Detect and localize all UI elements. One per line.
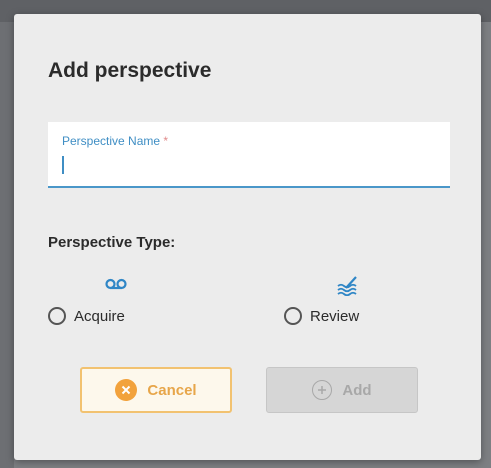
required-marker: *	[163, 134, 169, 148]
acquire-radio[interactable]	[48, 307, 66, 325]
cancel-button[interactable]: Cancel	[80, 367, 232, 413]
perspective-name-input[interactable]	[62, 154, 446, 178]
voicemail-icon	[105, 277, 127, 296]
radio-option-acquire[interactable]: Acquire	[48, 307, 125, 325]
dialog-title: Add perspective	[48, 59, 212, 82]
review-label: Review	[310, 307, 360, 325]
radio-option-review[interactable]: Review	[284, 307, 359, 325]
add-label: Add	[342, 381, 372, 399]
review-radio[interactable]	[284, 307, 302, 325]
perspective-name-field[interactable]: Perspective Name *	[48, 122, 450, 188]
cancel-icon	[115, 379, 138, 401]
acquire-label: Acquire	[74, 307, 125, 325]
perspective-name-label: Perspective Name *	[62, 134, 168, 148]
perspective-name-label-text: Perspective Name	[62, 134, 161, 148]
add-perspective-dialog: Add perspective Perspective Name * Persp…	[14, 14, 481, 460]
waves-pen-icon	[337, 276, 359, 301]
cancel-label: Cancel	[147, 381, 197, 399]
perspective-type-label: Perspective Type:	[48, 234, 176, 251]
add-button[interactable]: Add	[266, 367, 418, 413]
plus-circle-icon	[312, 380, 333, 400]
backdrop-left	[0, 22, 14, 468]
